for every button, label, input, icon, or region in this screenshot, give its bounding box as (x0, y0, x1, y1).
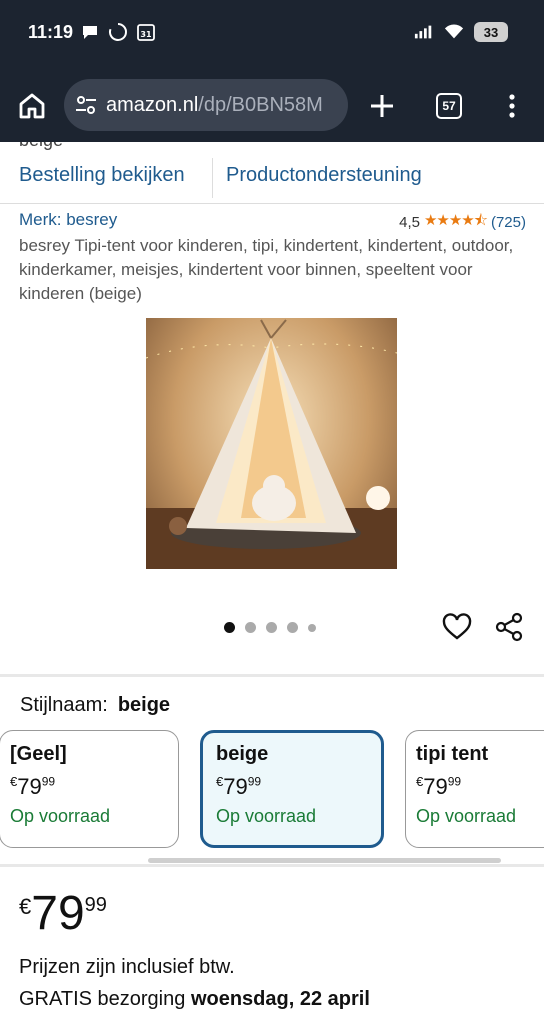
variant-card-tipi-tent[interactable]: tipi tent €7999 Op voorraad (405, 730, 544, 848)
view-order-link[interactable]: Bestelling bekijken (19, 164, 185, 187)
carousel-dot[interactable] (224, 622, 235, 633)
price-whole: 79 (31, 887, 85, 940)
order-links-bar: Bestelling bekijken Productondersteuning (0, 156, 544, 204)
tipi-tent-illustration (146, 319, 397, 569)
price-fraction: 99 (84, 894, 107, 916)
link-divider (212, 158, 213, 198)
share-icon[interactable] (494, 612, 524, 642)
style-value: beige (117, 694, 171, 716)
product-support-link[interactable]: Productondersteuning (226, 164, 422, 187)
product-image[interactable] (146, 318, 397, 569)
delivery-prefix: GRATIS bezorging (19, 988, 186, 1010)
site-settings-icon[interactable] (74, 93, 98, 117)
variant-name: tipi tent (416, 743, 489, 765)
style-name-row: Stijlnaam: beige (20, 694, 170, 717)
variant-card-beige[interactable]: beige €7999 Op voorraad (200, 730, 384, 848)
address-bar[interactable]: amazon.nl/dp/B0BN58M (64, 79, 348, 131)
carousel-dot[interactable] (266, 622, 277, 633)
rating-count[interactable]: (725) (491, 214, 526, 231)
variant-price: €7999 (216, 774, 262, 799)
rating-summary[interactable]: 4,5 ★★★★⯪ (725) (399, 210, 526, 235)
delivery-date: woensdag, 22 april (190, 988, 370, 1010)
variant-price: €7999 (10, 774, 56, 799)
new-tab-icon[interactable] (366, 90, 398, 122)
variant-scrollbar[interactable] (148, 858, 501, 863)
image-carousel-dots[interactable] (224, 622, 316, 633)
status-notification-icons: 31 (80, 22, 156, 42)
calendar-day: 31 (140, 30, 152, 39)
variant-stock: Op voorraad (416, 806, 517, 826)
tab-switcher-button[interactable]: 57 (436, 93, 462, 119)
variant-stock: Op voorraad (10, 806, 111, 826)
chat-bubble-icon (83, 26, 97, 39)
main-price: € 79 99 (19, 888, 107, 940)
delivery-info: GRATIS bezorging woensdag, 22 april (19, 988, 370, 1011)
battery-icon: 33 (474, 22, 508, 42)
url-path: /dp/B0BN58M (198, 93, 323, 116)
section-divider (0, 864, 544, 867)
section-divider (0, 674, 544, 677)
product-page: beige Bestelling bekijken Productonderst… (0, 142, 544, 1024)
status-system-icons: 33 (414, 22, 508, 42)
signal-icon (414, 25, 432, 39)
url-text: amazon.nl/dp/B0BN58M (106, 94, 323, 117)
tax-note: Prijzen zijn inclusief btw. (19, 956, 235, 978)
heart-icon[interactable] (442, 612, 472, 642)
variant-card-geel[interactable]: [Geel] €7999 Op voorraad (0, 730, 179, 848)
browser-toolbar: amazon.nl/dp/B0BN58M 57 (0, 70, 544, 142)
home-icon[interactable] (16, 90, 48, 122)
brand-link[interactable]: Merk: besrey (19, 210, 117, 230)
variant-stock: Op voorraad (216, 806, 317, 826)
carousel-dot[interactable] (308, 623, 316, 632)
variant-name: [Geel] (10, 743, 67, 765)
price-currency: € (19, 894, 32, 919)
more-menu-icon[interactable] (500, 90, 524, 122)
wifi-icon (444, 24, 464, 39)
cut-off-text: beige (19, 142, 63, 151)
status-time: 11:19 (28, 22, 74, 42)
loading-ring-icon (109, 23, 127, 41)
status-bar: 11:19 31 33 (0, 0, 544, 70)
product-title: besrey Tipi-tent voor kinderen, tipi, ki… (19, 236, 514, 303)
carousel-dot[interactable] (245, 622, 256, 633)
url-domain: amazon.nl (106, 93, 199, 116)
calendar-icon: 31 (137, 24, 155, 41)
variant-name: beige (216, 743, 269, 765)
rating-value: 4,5 (399, 214, 420, 231)
variant-price: €7999 (416, 774, 462, 799)
carousel-dot[interactable] (287, 622, 298, 633)
star-rating-icon: ★★★★⯪ (423, 212, 488, 229)
style-label: Stijlnaam: (20, 694, 108, 716)
